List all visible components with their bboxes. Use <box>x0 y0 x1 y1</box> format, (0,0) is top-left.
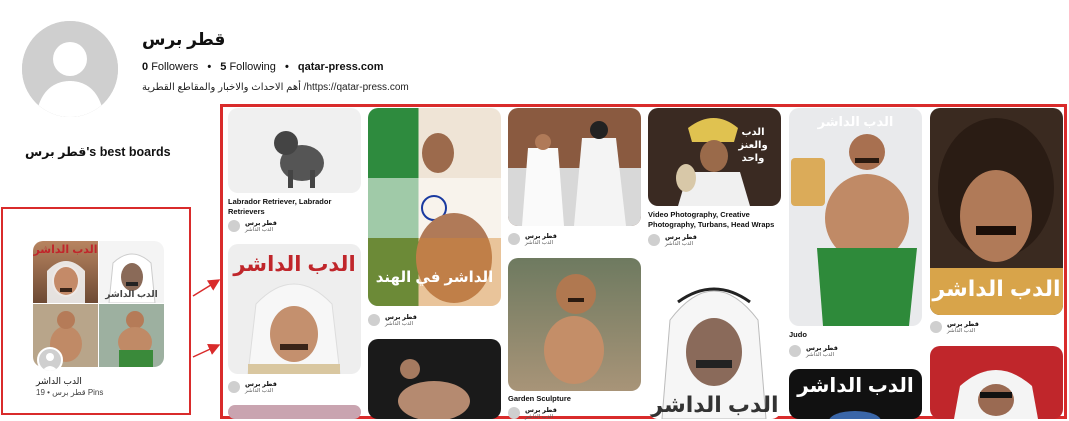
user-avatar <box>228 381 240 393</box>
pin-user[interactable]: قطر برس <box>525 406 557 414</box>
website-link[interactable]: qatar-press.com <box>298 61 384 73</box>
pin-overlay-text: الدب الداشر <box>650 392 779 417</box>
pin-user[interactable]: قطر برس <box>385 313 417 321</box>
pin-user[interactable]: قطر برس <box>245 380 277 388</box>
pin-card-10[interactable]: الدب الداشر <box>789 369 922 419</box>
pin-card-4[interactable] <box>368 339 501 419</box>
pin-board: الدب الداشر <box>665 241 694 247</box>
pin-title[interactable]: Video Photography, Creative Photography,… <box>648 210 781 230</box>
pin-card-8[interactable]: الدب الداشر <box>648 262 781 419</box>
annotation-arrows <box>192 279 221 358</box>
user-avatar <box>228 220 240 232</box>
pin-overlay-text: الدب الداشر <box>817 114 894 129</box>
puppy-image <box>274 131 324 188</box>
pin-title[interactable]: Labrador Retriever, Labrador Retrievers <box>228 197 361 217</box>
face-image <box>954 370 1038 419</box>
user-avatar <box>508 407 520 419</box>
pin-overlay-text: الدب الداشر <box>932 276 1061 301</box>
pin-title[interactable]: Garden Sculpture <box>508 394 641 404</box>
pin-card-6[interactable] <box>508 258 641 391</box>
pin-card-2[interactable]: الدب الداشر <box>228 244 361 374</box>
pin-board: الدب الداشر <box>525 414 554 420</box>
pin-attribution: قطر برس الدب الداشر <box>228 381 361 395</box>
user-avatar <box>789 345 801 357</box>
pin-card-11[interactable]: الدب الداشر <box>930 108 1063 315</box>
pin-board: الدب الداشر <box>525 240 554 246</box>
user-avatar <box>508 233 520 245</box>
pin-board: الدب الداشر <box>947 328 976 334</box>
pin-user[interactable]: قطر برس <box>665 233 697 241</box>
pin-attribution: قطر برس الدب الداشر <box>930 321 1063 335</box>
pin-user[interactable]: قطر برس <box>806 344 838 352</box>
sculpture-image <box>544 274 604 384</box>
user-avatar <box>930 321 942 333</box>
pin-attribution: قطر برس الدب الداشر <box>368 314 501 328</box>
pin-card-5[interactable] <box>508 108 641 226</box>
pin-board: الدب الداشر <box>806 352 835 358</box>
pin-card-1[interactable] <box>228 108 361 193</box>
arrow-icon <box>192 279 221 297</box>
pin-overlay-text: الداشر في الهند <box>375 269 494 286</box>
pin-card-partial[interactable] <box>228 405 361 419</box>
pin-attribution: قطر برس الدب الداشر <box>508 233 641 247</box>
figure-image <box>398 359 470 419</box>
pin-board: الدب الداشر <box>385 321 414 327</box>
pin-card-12[interactable] <box>930 346 1063 419</box>
pin-overlay-text: الدب والعنز واحد <box>738 127 768 164</box>
pin-overlay-text: الدب الداشر <box>233 253 356 276</box>
photo-image <box>508 121 641 226</box>
pin-user[interactable]: قطر برس <box>525 232 557 240</box>
pin-card-7[interactable]: الدب والعنز واحد <box>648 108 781 206</box>
separator-dot: • <box>284 61 289 73</box>
user-avatar <box>648 234 660 246</box>
face-image <box>829 411 881 419</box>
pin-attribution: قطر برس الدب الداشر <box>648 234 781 248</box>
pin-card-9[interactable]: الدب الداشر <box>789 108 922 326</box>
pin-card-3[interactable]: الداشر في الهند <box>368 108 501 306</box>
user-avatar <box>368 314 380 326</box>
arrow-icon <box>192 343 221 358</box>
pin-title[interactable]: Judo <box>789 330 922 340</box>
pin-board: الدب الداشر <box>245 227 274 233</box>
pin-user[interactable]: قطر برس <box>245 219 277 227</box>
pin-board: الدب الداشر <box>245 388 274 394</box>
pin-user[interactable]: قطر برس <box>947 320 979 328</box>
figure-image <box>791 134 917 326</box>
pin-attribution: قطر برس الدب الداشر <box>789 345 922 359</box>
pin-attribution: قطر برس الدب الداشر <box>228 220 361 234</box>
